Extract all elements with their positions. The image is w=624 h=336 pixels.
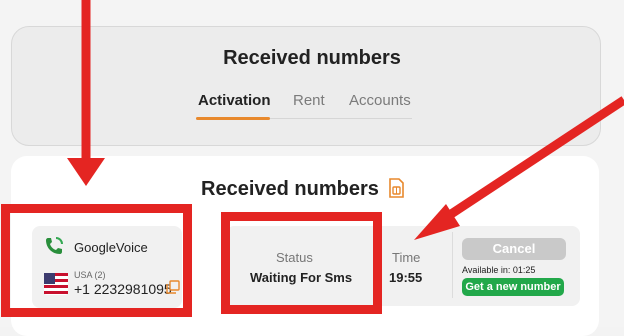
service-name: GoogleVoice bbox=[74, 240, 148, 255]
phone-number: +1 2232981095 bbox=[74, 281, 172, 297]
tab-bar: Activation Rent Accounts bbox=[196, 92, 412, 122]
sim-card-icon bbox=[389, 178, 404, 198]
copy-icon[interactable] bbox=[166, 280, 180, 294]
time-value: 19:55 bbox=[389, 270, 423, 285]
received-numbers-header-card bbox=[11, 26, 601, 146]
phone-icon bbox=[46, 237, 63, 254]
tab-rent[interactable]: Rent bbox=[293, 92, 325, 109]
page-canvas: Received numbers Activation Rent Account… bbox=[0, 0, 624, 336]
column-divider bbox=[452, 232, 453, 298]
cancel-button[interactable]: Cancel bbox=[462, 238, 566, 260]
country-label: USA (2) bbox=[74, 270, 106, 280]
tab-activation[interactable]: Activation bbox=[198, 92, 271, 109]
status-header: Status bbox=[276, 250, 313, 265]
time-header: Time bbox=[392, 250, 421, 265]
get-new-number-button[interactable]: Get a new number bbox=[462, 278, 564, 296]
status-value: Waiting For Sms bbox=[250, 270, 353, 285]
page-title: Received numbers bbox=[223, 47, 401, 69]
section-title: Received numbers bbox=[201, 178, 379, 200]
tab-accounts[interactable]: Accounts bbox=[349, 92, 411, 109]
active-tab-indicator bbox=[196, 117, 270, 120]
available-timer: Available in: 01:25 bbox=[462, 265, 536, 275]
usa-flag-icon bbox=[44, 273, 68, 295]
